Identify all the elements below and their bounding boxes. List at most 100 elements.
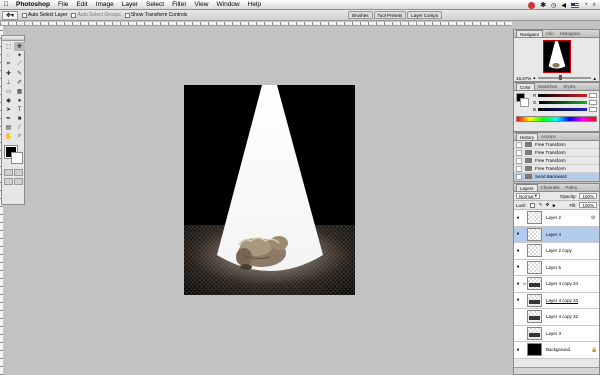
- history-snapshot-checkbox[interactable]: [516, 165, 522, 172]
- auto-select-layer-checkbox[interactable]: [22, 12, 27, 18]
- marquee-tool-icon[interactable]: ⬚: [3, 42, 14, 51]
- tab-histogram[interactable]: Histogram: [557, 30, 584, 37]
- gradient-tool-icon[interactable]: ▦: [14, 87, 25, 96]
- history-snapshot-checkbox[interactable]: [516, 173, 522, 180]
- well-tab-brushes[interactable]: Brushes: [348, 11, 373, 19]
- input-flag-icon[interactable]: [571, 2, 579, 8]
- layer-row-background[interactable]: ● Background 🔒: [514, 342, 599, 359]
- menu-select[interactable]: Select: [142, 1, 168, 8]
- background-color-swatch[interactable]: [11, 152, 23, 164]
- lock-all-icon[interactable]: ■: [552, 203, 555, 208]
- hand-tool-icon[interactable]: ✋: [3, 132, 14, 141]
- menu-filter[interactable]: Filter: [168, 1, 190, 8]
- tab-layers[interactable]: Layers: [516, 184, 538, 191]
- move-tool-icon[interactable]: ✥: [14, 42, 25, 51]
- zoom-slider-knob[interactable]: [558, 75, 562, 80]
- layer-row-layer-5[interactable]: ● Layer 5: [514, 259, 599, 276]
- quick-mask-button[interactable]: [13, 169, 23, 176]
- layer-row-layer-4[interactable]: ● Layer 4: [514, 226, 599, 243]
- layer-row-layer-4-copy-32[interactable]: ● Layer 4 copy 32: [514, 309, 599, 326]
- menu-help[interactable]: Help: [244, 1, 265, 8]
- menu-window[interactable]: Window: [213, 1, 244, 8]
- clock-icon[interactable]: ◔: [584, 2, 588, 8]
- layer-row-layer-2[interactable]: ● Layer 2 ⊙: [514, 210, 599, 227]
- visibility-eye-icon[interactable]: ●: [514, 264, 522, 270]
- navigator-preview[interactable]: [542, 39, 571, 73]
- auto-select-groups-option[interactable]: Auto Select Groups: [71, 12, 121, 18]
- zoom-tool-icon[interactable]: ⌕: [14, 132, 25, 141]
- layer-row-layer-4-copy-34[interactable]: ● ∞ Layer 4 copy 34: [514, 276, 599, 293]
- layer-effects-icon[interactable]: ⊙: [591, 215, 599, 221]
- opacity-field[interactable]: 100%: [579, 193, 597, 199]
- eraser-tool-icon[interactable]: ▭: [3, 87, 14, 96]
- visibility-eye-icon[interactable]: ●: [514, 347, 522, 353]
- blur-tool-icon[interactable]: ◆: [3, 96, 14, 105]
- well-tab-layer-comps[interactable]: Layer Comps: [407, 11, 443, 19]
- bluetooth-icon[interactable]: ✱: [540, 1, 546, 9]
- visibility-eye-icon[interactable]: ●: [514, 330, 522, 336]
- pen-tool-icon[interactable]: ✒: [3, 114, 14, 123]
- history-snapshot-checkbox[interactable]: [516, 149, 522, 156]
- green-slider[interactable]: [538, 101, 587, 104]
- visibility-eye-icon[interactable]: ●: [514, 297, 522, 303]
- magic-wand-tool-icon[interactable]: ✦: [14, 51, 25, 60]
- layer-row-layer-3[interactable]: ● Layer 3: [514, 325, 599, 342]
- spotlight-icon[interactable]: ⌕: [593, 2, 596, 9]
- blue-slider[interactable]: [538, 108, 587, 111]
- tab-swatches[interactable]: Swatches: [535, 83, 561, 90]
- red-value-field[interactable]: [589, 93, 597, 98]
- clone-stamp-tool-icon[interactable]: ⊥: [3, 78, 14, 87]
- history-snapshot-checkbox[interactable]: [516, 157, 522, 164]
- menu-view[interactable]: View: [191, 1, 213, 8]
- tab-paths[interactable]: Paths: [563, 184, 581, 191]
- move-tool-preset-icon[interactable]: ✥▾: [2, 10, 18, 20]
- time-machine-icon[interactable]: ◷: [551, 2, 556, 9]
- tab-channels[interactable]: Channels: [538, 184, 563, 191]
- menu-photoshop[interactable]: Photoshop: [12, 1, 54, 8]
- lock-transparency-checkbox[interactable]: [529, 202, 535, 208]
- dodge-tool-icon[interactable]: ●: [14, 96, 25, 105]
- zoom-out-icon[interactable]: ▴: [533, 75, 535, 81]
- well-tab-tool-presets[interactable]: Tool Presets: [373, 11, 407, 19]
- fill-field[interactable]: 100%: [579, 202, 597, 208]
- history-item[interactable]: Free Transform: [514, 141, 599, 149]
- slice-tool-icon[interactable]: ⟋: [14, 60, 25, 69]
- history-item[interactable]: Free Transform: [514, 157, 599, 165]
- auto-select-layer-option[interactable]: Auto Select Layer: [22, 12, 67, 18]
- lock-brush-icon[interactable]: ✎: [539, 202, 543, 208]
- document-canvas[interactable]: [184, 85, 355, 295]
- menu-layer[interactable]: Layer: [118, 1, 142, 8]
- show-transform-controls-checkbox[interactable]: [124, 12, 130, 18]
- healing-brush-tool-icon[interactable]: ✚: [3, 69, 14, 78]
- visibility-eye-icon[interactable]: ●: [514, 314, 522, 320]
- tab-navigator[interactable]: Navigator: [516, 30, 544, 37]
- show-transform-controls-option[interactable]: Show Transform Controls: [124, 12, 187, 18]
- color-panel-background[interactable]: [520, 98, 529, 107]
- navigator-zoom-value[interactable]: 16.67%: [516, 76, 531, 81]
- history-brush-tool-icon[interactable]: ✐: [14, 78, 25, 87]
- red-slider[interactable]: [538, 94, 587, 97]
- menu-file[interactable]: File: [54, 1, 72, 8]
- lasso-tool-icon[interactable]: ◌: [3, 51, 14, 60]
- auto-select-groups-checkbox[interactable]: [71, 12, 77, 18]
- visibility-eye-icon[interactable]: ●: [514, 231, 522, 237]
- notes-tool-icon[interactable]: ▤: [3, 123, 14, 132]
- volume-icon[interactable]: ◀: [561, 2, 566, 9]
- menu-image[interactable]: Image: [92, 1, 118, 8]
- path-selection-tool-icon[interactable]: ➤: [3, 105, 14, 114]
- app-status-icon[interactable]: [528, 1, 536, 9]
- visibility-eye-icon[interactable]: ●: [514, 248, 522, 254]
- blue-value-field[interactable]: [589, 107, 597, 112]
- crop-tool-icon[interactable]: ⌗: [3, 60, 14, 69]
- history-item-selected[interactable]: Send Backward: [514, 173, 599, 181]
- type-tool-icon[interactable]: T: [14, 105, 25, 114]
- tab-info[interactable]: Info: [543, 30, 557, 37]
- layer-row-layer-4-copy-33[interactable]: ● Layer 4 copy 33: [514, 292, 599, 309]
- history-snapshot-checkbox[interactable]: [516, 141, 522, 148]
- visibility-eye-icon[interactable]: ●: [514, 215, 522, 221]
- green-value-field[interactable]: [589, 100, 597, 105]
- layer-row-layer-2-copy[interactable]: ● Layer 2 copy: [514, 243, 599, 260]
- standard-mode-button[interactable]: [3, 169, 13, 176]
- eyedropper-tool-icon[interactable]: ⁄: [14, 123, 25, 132]
- screen-mode-full-button[interactable]: [13, 178, 23, 185]
